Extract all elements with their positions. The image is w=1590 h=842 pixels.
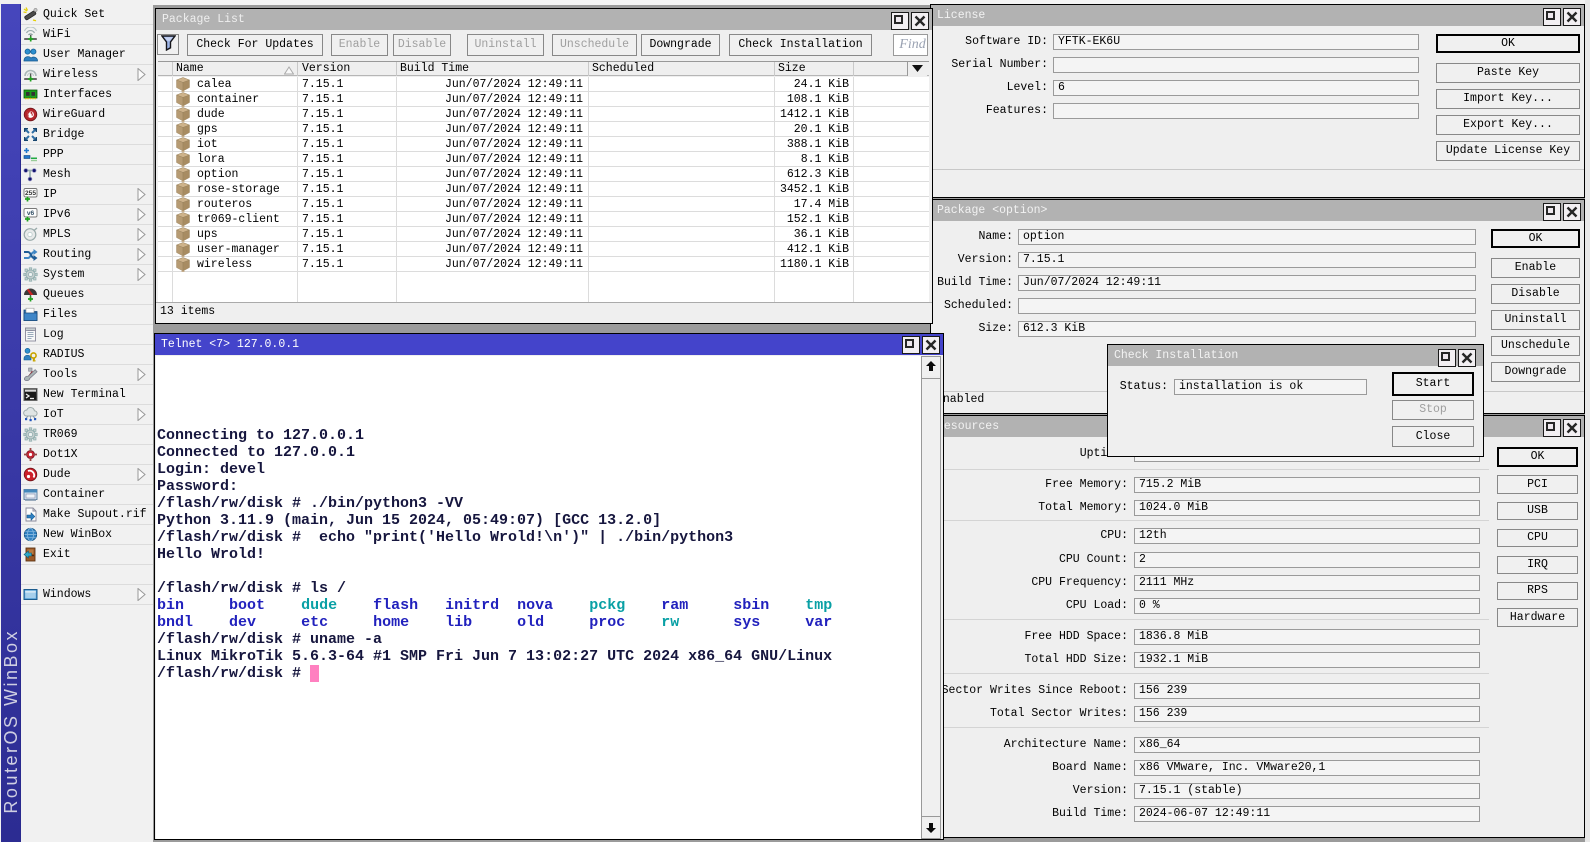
- svg-text:255: 255: [25, 190, 36, 197]
- svg-text:v6: v6: [27, 210, 35, 217]
